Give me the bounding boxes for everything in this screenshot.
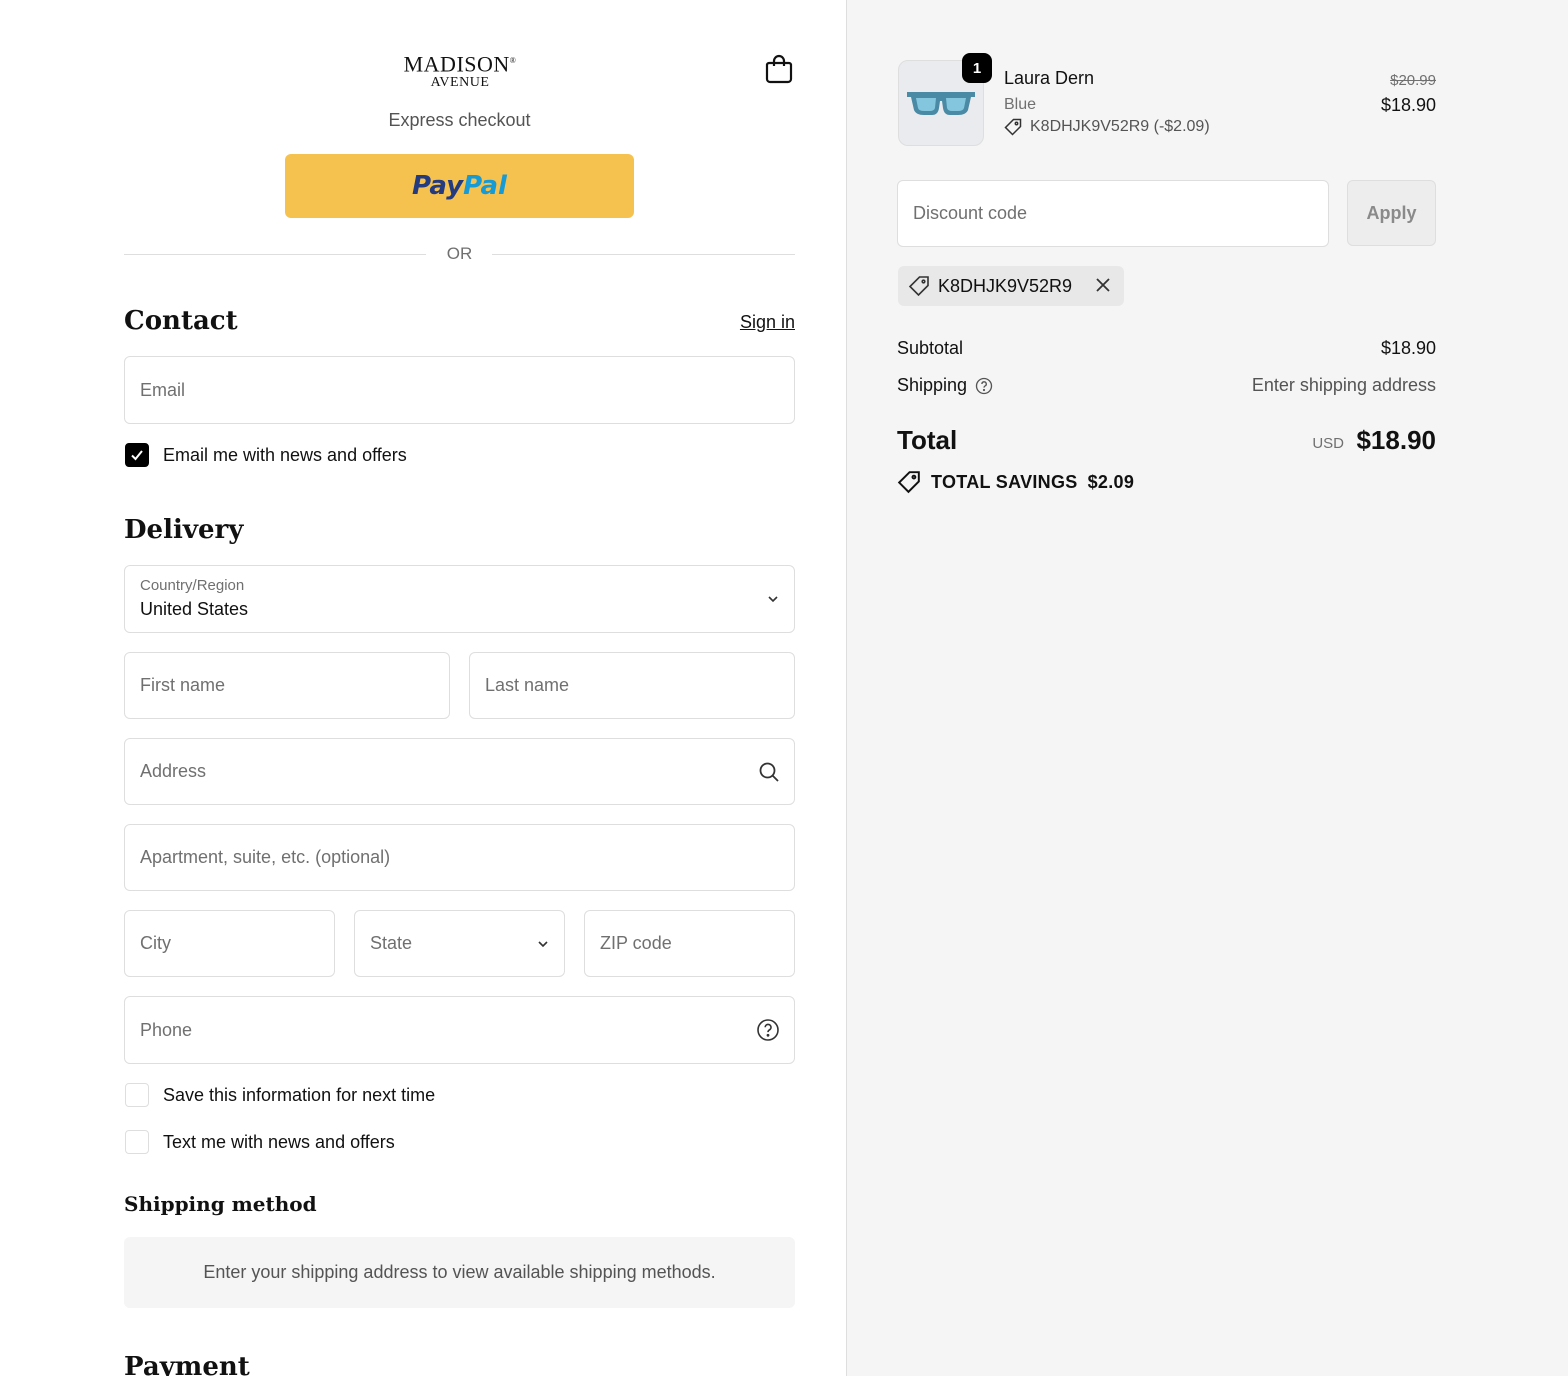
text-me-checkbox[interactable] [125, 1130, 149, 1154]
city-field[interactable]: City [124, 910, 335, 977]
total-label: Total [897, 425, 958, 455]
logo-registered-mark: ® [509, 56, 517, 65]
final-price: $18.90 [1380, 95, 1436, 115]
shopping-bag-icon [765, 54, 793, 84]
currency-code: USD [1312, 435, 1344, 452]
paypal-logo-pay: Pay [412, 171, 464, 201]
save-info-label: Save this information for next time [163, 1085, 436, 1105]
email-news-label: Email me with news and offers [163, 445, 407, 465]
applied-discount-chip: K8DHJK9V52R9 [898, 266, 1124, 306]
shipping-row: Shipping [897, 375, 993, 396]
checkout-form-panel: MADISON® AVENUE Express checkout Pay Pal … [0, 0, 847, 1376]
city-placeholder: City [140, 933, 171, 953]
shipping-method-notice: Enter your shipping address to view avai… [124, 1237, 795, 1308]
total-value: $18.90 [1356, 425, 1436, 455]
country-label: Country/Region [140, 577, 245, 594]
text-me-label: Text me with news and offers [163, 1132, 395, 1152]
tag-icon [897, 471, 920, 494]
help-circle-icon[interactable] [756, 1018, 780, 1042]
address-field[interactable]: Address [124, 738, 795, 805]
save-info-checkbox[interactable] [125, 1083, 149, 1107]
paypal-logo-pal: Pal [463, 171, 507, 201]
email-field[interactable]: Email [124, 356, 795, 424]
first-name-placeholder: First name [140, 675, 226, 695]
first-name-field[interactable]: First name [124, 652, 450, 719]
apartment-placeholder: Apartment, suite, etc. (optional) [140, 847, 391, 867]
remove-discount-close-icon[interactable] [1094, 276, 1112, 294]
tag-icon [908, 276, 929, 297]
product-variant: Blue [1004, 96, 1037, 113]
product-discount-text: K8DHJK9V52R9 (-$2.09) [1030, 118, 1210, 135]
chevron-down-icon [536, 937, 550, 951]
applied-discount-code: K8DHJK9V52R9 [938, 275, 1073, 296]
country-select[interactable]: Country/Region United States [124, 565, 795, 633]
phone-placeholder: Phone [140, 1020, 193, 1040]
total-savings-label: TOTAL SAVINGS [931, 471, 1078, 492]
or-text: OR [446, 244, 473, 263]
search-icon[interactable] [758, 761, 780, 783]
or-divider: OR [124, 244, 795, 264]
cart-button[interactable] [762, 52, 796, 86]
chevron-down-icon [766, 592, 780, 606]
logo-text-line2: AVENUE [430, 75, 490, 91]
original-price: $20.99 [1390, 72, 1436, 89]
state-placeholder: State [370, 933, 413, 953]
sign-in-link[interactable]: Sign in [700, 312, 795, 333]
subtotal-value: $18.90 [1380, 338, 1436, 358]
logo-text-line1: MADISON [403, 51, 510, 77]
product-name: Laura Dern [1004, 68, 1095, 88]
last-name-placeholder: Last name [485, 675, 570, 695]
sunglasses-icon [907, 92, 975, 115]
phone-field[interactable]: Phone [124, 996, 795, 1064]
help-circle-icon[interactable] [975, 377, 993, 395]
discount-code-placeholder: Discount code [913, 203, 1028, 223]
email-placeholder: Email [140, 380, 186, 400]
express-checkout-label: Express checkout [388, 110, 531, 130]
checkmark-icon [131, 450, 143, 461]
subtotal-label: Subtotal [897, 338, 964, 358]
email-news-checkbox[interactable] [125, 443, 149, 467]
paypal-button[interactable]: Pay Pal [285, 154, 634, 218]
product-discount: K8DHJK9V52R9 (-$2.09) [1004, 118, 1210, 136]
quantity-badge: 1 [962, 53, 992, 83]
total-savings-value: $2.09 [1087, 471, 1135, 492]
country-value: United States [140, 599, 249, 619]
total-savings: TOTAL SAVINGS $2.09 [897, 470, 1134, 494]
tag-icon [1004, 118, 1022, 136]
contact-heading: Contact [124, 306, 238, 336]
apartment-field[interactable]: Apartment, suite, etc. (optional) [124, 824, 795, 891]
zip-field[interactable]: ZIP code [584, 910, 795, 977]
state-select[interactable]: State [354, 910, 565, 977]
delivery-heading: Delivery [124, 515, 244, 545]
address-placeholder: Address [140, 761, 207, 781]
payment-heading: Payment [124, 1352, 250, 1376]
apply-button[interactable]: Apply [1347, 180, 1436, 246]
shipping-value: Enter shipping address [1251, 375, 1436, 395]
shipping-method-heading: Shipping method [124, 1192, 317, 1216]
store-logo[interactable]: MADISON® AVENUE [390, 50, 530, 91]
shipping-label: Shipping [897, 375, 968, 395]
zip-placeholder: ZIP code [600, 933, 672, 953]
discount-code-field[interactable]: Discount code [897, 180, 1329, 247]
last-name-field[interactable]: Last name [469, 652, 795, 719]
